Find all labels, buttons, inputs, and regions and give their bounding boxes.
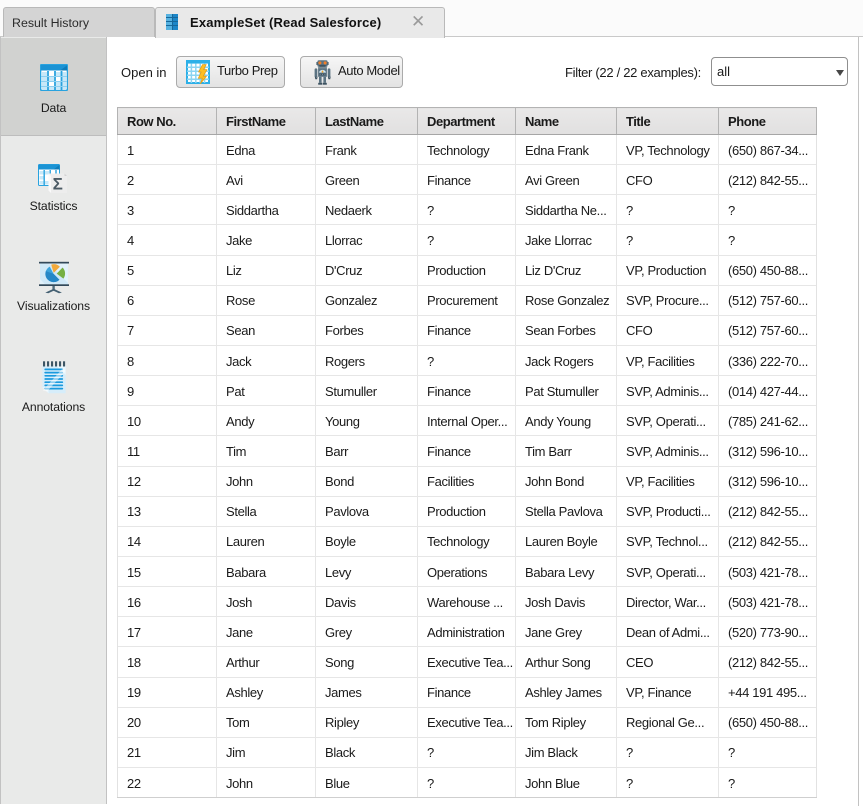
svg-text:Σ: Σ bbox=[53, 175, 63, 193]
